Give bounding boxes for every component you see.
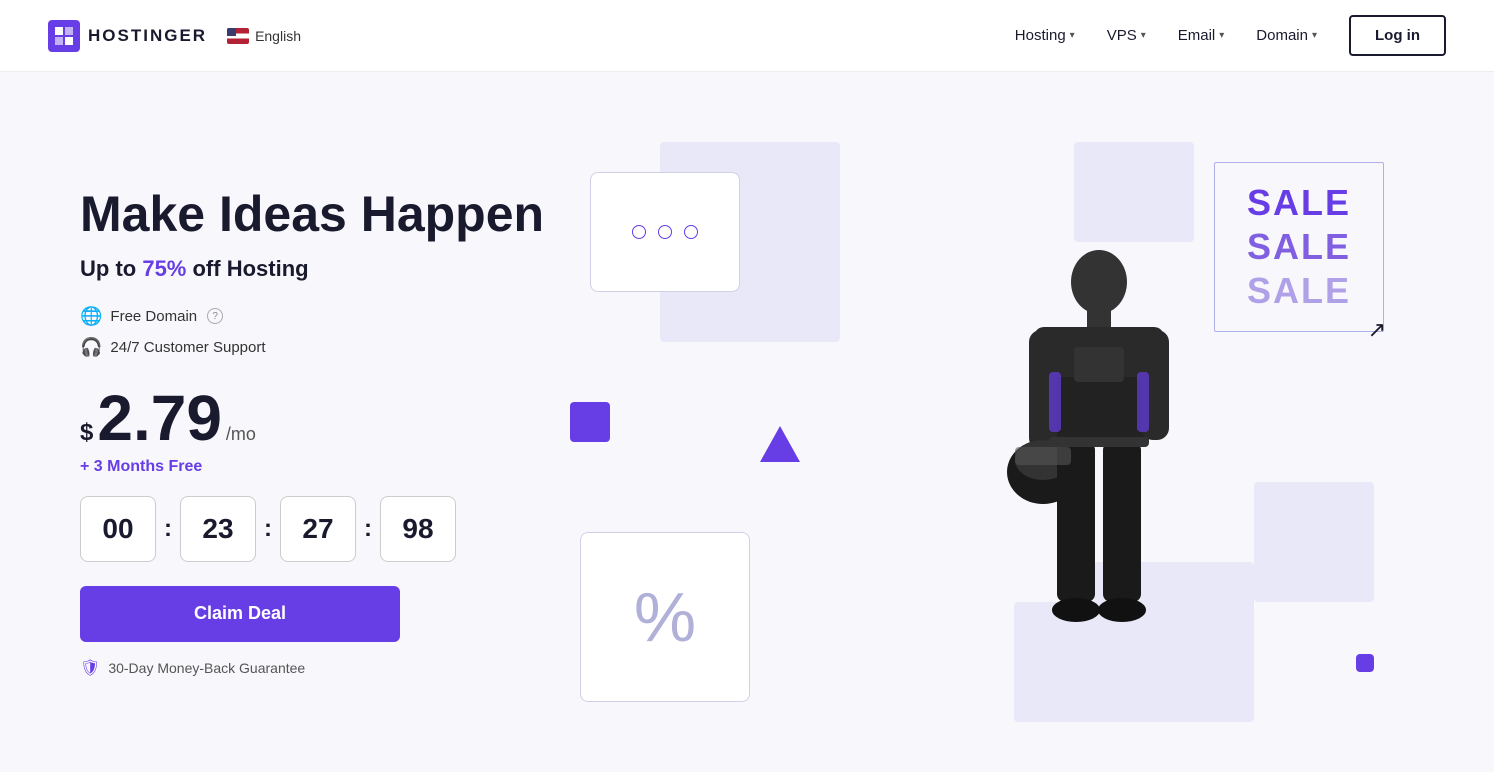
card-percent: % [580, 532, 750, 702]
purple-square-1 [570, 402, 610, 442]
dot-1 [632, 225, 646, 239]
dot-2 [658, 225, 672, 239]
chevron-down-icon: ▾ [1070, 30, 1075, 41]
shield-icon: 🛡 [80, 658, 100, 678]
logo-icon [48, 20, 80, 52]
chevron-down-icon: ▾ [1219, 30, 1224, 41]
countdown-timer: 00 : 23 : 27 : 88 [80, 496, 560, 562]
dot-3 [684, 225, 698, 239]
countdown-sep-1: : [156, 515, 180, 543]
main-content: Make Ideas Happen Up to 75% off Hosting … [0, 72, 1494, 772]
guarantee-label: 🛡 30-Day Money-Back Guarantee [80, 658, 560, 678]
triangle-shape [760, 426, 800, 462]
countdown-seconds: 27 [280, 496, 356, 562]
countdown-sep-3: : [356, 515, 380, 543]
nav-domain-label: Domain [1256, 27, 1308, 44]
countdown-centiseconds: 88 [380, 496, 456, 562]
hero-person [959, 222, 1239, 722]
subheadline-suffix: off Hosting [186, 256, 308, 281]
globe-icon: 🌐 [80, 306, 102, 327]
feature-support-label: 24/7 Customer Support [110, 339, 265, 356]
hero-subheadline: Up to 75% off Hosting [80, 256, 560, 282]
nav-domain[interactable]: Domain ▾ [1256, 27, 1317, 44]
chevron-down-icon: ▾ [1141, 30, 1146, 41]
chevron-down-icon: ▾ [1312, 30, 1317, 41]
bg-square-4 [1254, 482, 1374, 602]
countdown-sep-2: : [256, 515, 280, 543]
price-value: 2.79 [97, 386, 222, 450]
feature-domain: 🌐 Free Domain ? [80, 306, 560, 327]
language-label: English [255, 28, 301, 44]
nav-email-label: Email [1178, 27, 1216, 44]
features-list: 🌐 Free Domain ? 🎧 24/7 Customer Support [80, 306, 560, 358]
feature-domain-label: Free Domain [110, 308, 197, 325]
sale-line-2: SALE [1247, 226, 1351, 268]
hero-headline: Make Ideas Happen [80, 186, 560, 244]
help-icon[interactable]: ? [207, 308, 223, 324]
countdown-hours: 00 [80, 496, 156, 562]
card-sale: SALE SALE SALE [1214, 162, 1384, 332]
discount-highlight: 75% [142, 256, 186, 281]
nav-hosting[interactable]: Hosting ▾ [1015, 27, 1075, 44]
navbar-left: HOSTINGER English [48, 20, 301, 52]
login-button[interactable]: Log in [1349, 15, 1446, 56]
purple-square-2 [1356, 654, 1374, 672]
free-months-label: + 3 Months Free [80, 458, 560, 476]
logo[interactable]: HOSTINGER [48, 20, 207, 52]
price-display: $ 2.79 /mo [80, 386, 560, 450]
card-dots [590, 172, 740, 292]
price-period: /mo [226, 424, 256, 445]
price-dollar: $ [80, 419, 93, 447]
percent-symbol: % [634, 582, 696, 652]
nav-vps-label: VPS [1107, 27, 1137, 44]
guarantee-text: 30-Day Money-Back Guarantee [108, 660, 305, 676]
headset-icon: 🎧 [80, 337, 102, 358]
navbar-right: Hosting ▾ VPS ▾ Email ▾ Domain ▾ Log in [1015, 15, 1446, 56]
nav-vps[interactable]: VPS ▾ [1107, 27, 1146, 44]
nav-email[interactable]: Email ▾ [1178, 27, 1225, 44]
subheadline-prefix: Up to [80, 256, 142, 281]
cursor-icon: ↗ [1368, 317, 1386, 343]
feature-support: 🎧 24/7 Customer Support [80, 337, 560, 358]
hero-illustration: % SALE SALE SALE ↗ [560, 142, 1414, 722]
navbar: HOSTINGER English Hosting ▾ VPS ▾ Email … [0, 0, 1494, 72]
language-selector[interactable]: English [227, 28, 301, 44]
sale-line-3: SALE [1247, 270, 1351, 312]
nav-hosting-label: Hosting [1015, 27, 1066, 44]
flag-icon [227, 28, 249, 44]
sale-line-1: SALE [1247, 182, 1351, 224]
logo-text: HOSTINGER [88, 26, 207, 46]
countdown-minutes: 23 [180, 496, 256, 562]
claim-deal-button[interactable]: Claim Deal [80, 586, 400, 642]
hero-left: Make Ideas Happen Up to 75% off Hosting … [80, 186, 560, 678]
